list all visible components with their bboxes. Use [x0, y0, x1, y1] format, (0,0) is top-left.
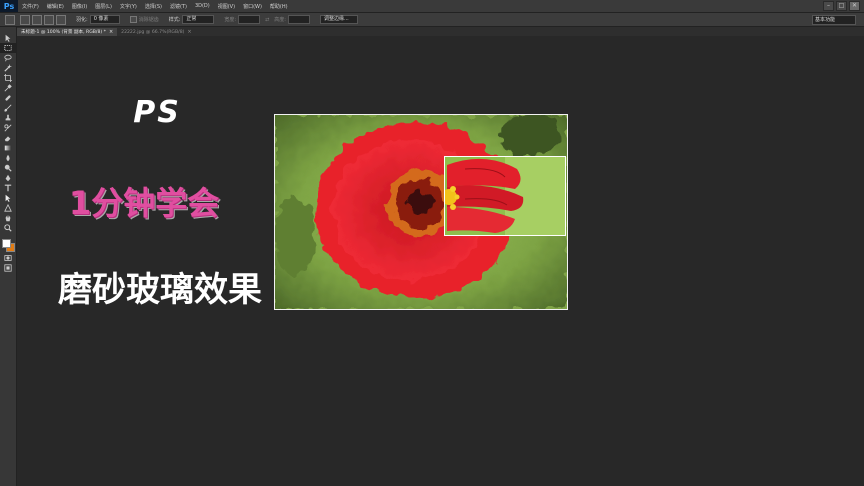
- eyedropper-tool[interactable]: [0, 83, 16, 93]
- magic-wand-icon: [4, 64, 12, 72]
- marquee-tool[interactable]: [0, 43, 16, 53]
- type-icon: [4, 184, 12, 192]
- eraser-icon: [4, 136, 11, 142]
- menu-type[interactable]: 文字(Y): [116, 3, 141, 10]
- tab-22222-jpg[interactable]: 22222.jpg @ 66.7%(RGB/8) ×: [117, 28, 195, 36]
- title-frosted-glass: 磨砂玻璃效果: [58, 270, 262, 310]
- path-selection-icon: [5, 194, 11, 202]
- width-input[interactable]: [238, 15, 261, 24]
- lasso-icon: [4, 54, 12, 62]
- menu-view[interactable]: 视图(V): [214, 3, 239, 10]
- subtract-selection-icon[interactable]: [44, 14, 54, 25]
- hand-tool[interactable]: [0, 213, 16, 223]
- tool-preset-picker[interactable]: [5, 14, 15, 25]
- refine-edge-button[interactable]: 调整边缘...: [319, 15, 358, 24]
- brush-tool[interactable]: [0, 103, 16, 113]
- eyedropper-icon: [4, 84, 12, 92]
- antialias-label: 消除锯齿: [138, 17, 159, 23]
- menu-edit[interactable]: 编辑(E): [43, 3, 68, 10]
- zoom-tool[interactable]: [0, 223, 16, 233]
- menu-image[interactable]: 图像(I): [68, 3, 91, 10]
- quick-mask-button[interactable]: [0, 253, 16, 263]
- crop-icon: [4, 74, 12, 82]
- window-controls: – □ ✕: [823, 0, 860, 12]
- workspace-select[interactable]: 基本功能: [812, 15, 856, 25]
- options-bar: 羽化: 0 像素 消除锯齿 样式: 正常 宽度: ⇄ 高度: 调整边缘... 基…: [0, 13, 864, 27]
- crop-tool[interactable]: [0, 73, 16, 83]
- gradient-tool[interactable]: [0, 143, 16, 153]
- gradient-icon: [4, 145, 12, 151]
- new-selection-icon[interactable]: [20, 14, 30, 25]
- photoshop-logo: Ps: [0, 0, 18, 12]
- move-icon: [5, 34, 11, 42]
- height-label: 高度:: [274, 17, 286, 23]
- swap-icon[interactable]: ⇄: [265, 17, 269, 23]
- tab-close-icon[interactable]: ×: [109, 29, 113, 35]
- menu-filter[interactable]: 滤镜(T): [166, 3, 191, 10]
- dodge-tool[interactable]: [0, 163, 16, 173]
- close-button[interactable]: ✕: [849, 1, 860, 11]
- healing-brush-icon: [5, 95, 11, 101]
- quick-mask-icon: [4, 255, 12, 261]
- move-tool[interactable]: [0, 33, 16, 43]
- history-brush-icon: [4, 124, 12, 132]
- lasso-tool[interactable]: [0, 53, 16, 63]
- tab-label: 未标题-1 @ 100% (背景 副本, RGB/8) *: [21, 30, 106, 35]
- screen-mode-icon: [4, 264, 12, 272]
- tab-label: 22222.jpg @ 66.7%(RGB/8): [121, 30, 185, 35]
- eraser-tool[interactable]: [0, 133, 16, 143]
- style-select[interactable]: 正常: [182, 15, 215, 24]
- foreground-color-swatch[interactable]: [2, 239, 11, 248]
- document-tabs: 未标题-1 @ 100% (背景 副本, RGB/8) * × 22222.jpg…: [17, 27, 864, 36]
- shape-tool[interactable]: [0, 203, 16, 213]
- type-tool[interactable]: [0, 183, 16, 193]
- minimize-button[interactable]: –: [823, 1, 834, 11]
- intersect-selection-icon[interactable]: [56, 14, 66, 25]
- menu-3d[interactable]: 3D(D): [191, 3, 214, 9]
- zoom-icon: [4, 224, 12, 232]
- history-brush-tool[interactable]: [0, 123, 16, 133]
- hand-icon: [5, 214, 11, 222]
- marquee-preset-icon: [5, 14, 15, 25]
- pen-icon: [5, 174, 11, 182]
- flower-photo[interactable]: [274, 114, 568, 310]
- sharp-selection-area[interactable]: [444, 156, 566, 236]
- healing-brush-tool[interactable]: [0, 93, 16, 103]
- title-ps: PS: [133, 95, 181, 130]
- blur-icon: [6, 154, 10, 162]
- dodge-icon: [4, 164, 12, 172]
- width-label: 宽度:: [224, 17, 237, 23]
- shape-icon: [4, 204, 12, 212]
- feather-label: 羽化:: [76, 17, 88, 23]
- sharp-flower-detail: [445, 157, 565, 235]
- menu-window[interactable]: 窗口(W): [239, 3, 266, 10]
- tab-untitled-1[interactable]: 未标题-1 @ 100% (背景 副本, RGB/8) * ×: [17, 28, 118, 36]
- selection-mode-group: [20, 14, 66, 25]
- clone-stamp-tool[interactable]: [0, 113, 16, 123]
- add-selection-icon[interactable]: [32, 14, 42, 25]
- tab-close-icon[interactable]: ×: [187, 29, 191, 35]
- style-label: 样式:: [168, 17, 181, 23]
- marquee-icon: [4, 45, 12, 51]
- clone-stamp-icon: [5, 114, 11, 121]
- menu-layer[interactable]: 图层(L): [91, 3, 116, 10]
- magic-wand-tool[interactable]: [0, 63, 16, 73]
- menu-select[interactable]: 选择(S): [141, 3, 166, 10]
- title-one-minute: 1分钟学会: [68, 184, 220, 222]
- screen-mode-button[interactable]: [0, 263, 16, 273]
- maximize-button[interactable]: □: [836, 1, 847, 11]
- menu-help[interactable]: 帮助(H): [266, 3, 292, 10]
- pen-tool[interactable]: [0, 173, 16, 183]
- feather-input[interactable]: 0 像素: [89, 15, 120, 24]
- menu-file[interactable]: 文件(F): [18, 3, 43, 10]
- blur-tool[interactable]: [0, 153, 16, 163]
- height-input[interactable]: [287, 15, 310, 24]
- path-selection-tool[interactable]: [0, 193, 16, 203]
- brush-icon: [4, 104, 12, 112]
- antialias-checkbox[interactable]: [129, 16, 137, 23]
- tools-panel: [0, 27, 17, 486]
- color-swatches[interactable]: [0, 237, 16, 253]
- menu-bar: Ps 文件(F) 编辑(E) 图像(I) 图层(L) 文字(Y) 选择(S) 滤…: [0, 0, 864, 13]
